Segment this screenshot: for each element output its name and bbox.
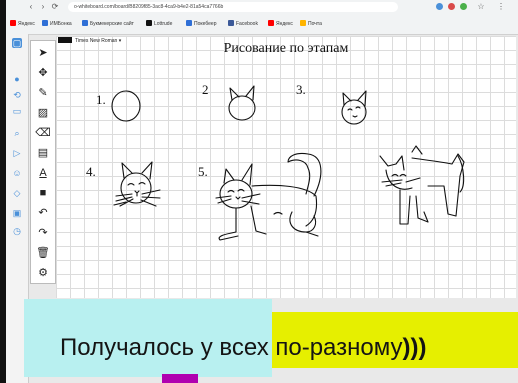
delete-icon[interactable]: 🗑 [35,245,51,261]
address-bar[interactable]: o-whiteboard.com/board/B8209f85-3ac8-4ca… [68,2,398,12]
play-icon[interactable]: ▷ [12,148,22,158]
redo-icon[interactable]: ↷ [35,225,51,241]
bookmark-icon [228,20,234,26]
bookmark-item[interactable]: Покебеер [186,19,217,29]
whiteboard-canvas[interactable]: Times New Roman ▾ Рисование по этапам 1.… [56,36,516,298]
chat-icon[interactable]: ● [12,74,22,84]
step5-cat [215,152,322,241]
eraser-icon[interactable]: ⌫ [35,125,51,141]
bookmark-item[interactable]: ИМБонка [42,19,72,29]
forward-icon[interactable]: › [38,2,48,12]
pencil-icon[interactable]: ✎ [35,85,51,101]
screen-icon[interactable]: ▣ [12,208,22,218]
extension-icon[interactable] [436,3,443,10]
step-label-5: 5. [198,164,208,179]
bookmark-item[interactable]: Яндекс [10,19,35,29]
step-label-2: 2 [202,82,209,97]
step3-head [341,90,367,125]
bookmark-icon [186,20,192,26]
step2-head [228,85,256,121]
purple-bar [162,374,198,383]
step-label-4: 4. [86,164,96,179]
star-icon[interactable]: ☆ [476,2,486,12]
bookmark-icon [268,20,274,26]
bookmark-item[interactable]: Букмекерские сайт [82,19,134,29]
bookmark-icon [146,20,152,26]
step1-circle [111,90,141,122]
bookmark-icon [10,20,16,26]
bookmark-item[interactable]: Почта [300,19,322,29]
board-icon[interactable]: ▤ [35,145,51,161]
bookmark-item[interactable]: Facebook [228,19,258,29]
shield-icon[interactable]: ◇ [12,188,22,198]
bookmark-item[interactable]: Lottrude [146,19,172,29]
menu-icon[interactable]: ⋮ [496,2,506,12]
move-icon[interactable]: ✥ [35,65,51,81]
bookmark-item[interactable]: Яндекс [268,19,293,29]
zoom-icon[interactable]: ⌕ [12,128,22,138]
extension-icon[interactable] [448,3,455,10]
step-label-1: 1. [96,92,106,107]
browser-chrome: ‹ › ⟳ o-whiteboard.com/board/B8209f85-3a… [6,0,518,35]
settings-icon[interactable]: ⚙ [35,265,51,281]
drawing-toolbar: ➤ ✥ ✎ ▨ ⌫ ▤ A ■ ↶ ↷ 🗑 ⚙ [30,40,56,284]
clock-icon[interactable]: ◷ [12,226,22,236]
back-icon[interactable]: ‹ [26,2,36,12]
bookmark-icon [82,20,88,26]
app-logo-icon: ▢ [12,38,22,48]
bookmark-icon [42,20,48,26]
history-icon[interactable]: ⟲ [12,90,22,100]
image-icon[interactable]: ▨ [35,105,51,121]
bookmarks-bar: Яндекс ИМБонка Букмекерские сайт Lottrud… [6,17,518,31]
step-label-3: 3. [296,82,306,97]
reload-icon[interactable]: ⟳ [50,2,60,12]
pages-icon[interactable]: ▭ [12,106,22,116]
undo-icon[interactable]: ↶ [35,205,51,221]
caption-text: Получалось у всех по-разному))) [60,334,427,361]
text-icon[interactable]: A [35,165,51,181]
step4-head [113,161,161,207]
shape-icon[interactable]: ■ [35,185,51,201]
step6-cat [379,145,465,225]
pointer-icon[interactable]: ➤ [35,45,51,61]
users-icon[interactable]: ☺ [12,168,22,178]
extension-icon[interactable] [460,3,467,10]
screen-frame: ‹ › ⟳ o-whiteboard.com/board/B8209f85-3a… [6,0,518,383]
bookmark-icon [300,20,306,26]
cat-drawings: 1. 2 3. 4. 5. [86,82,465,241]
